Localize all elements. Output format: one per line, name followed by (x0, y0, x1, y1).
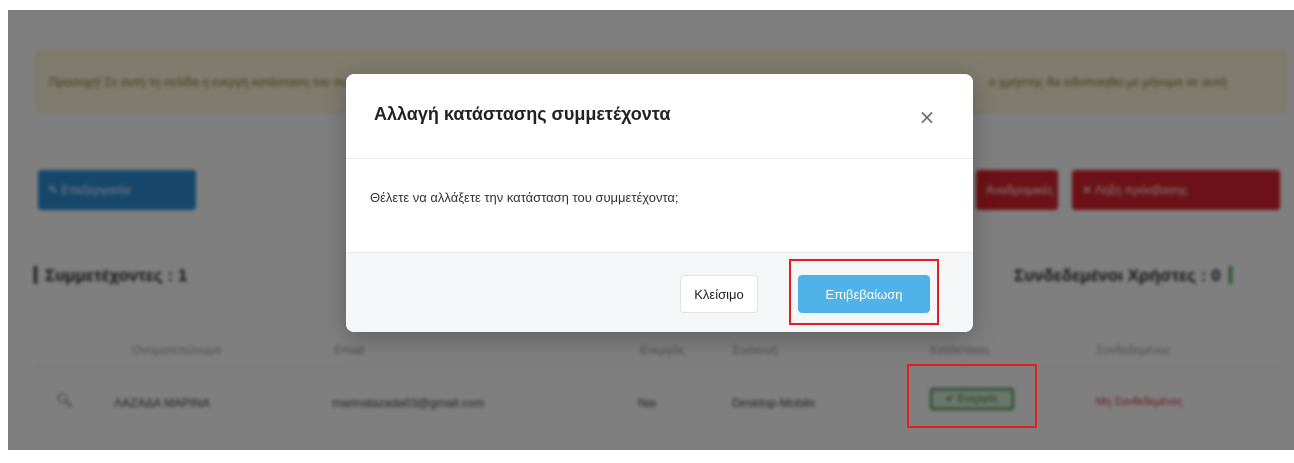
modal-body: Θέλετε να αλλάξετε την κατάσταση του συμ… (346, 159, 973, 251)
change-status-modal: Αλλαγή κατάστασης συμμετέχοντα × Θέλετε … (346, 74, 973, 332)
modal-footer: Κλείσιμο Επιβεβαίωση (346, 252, 973, 332)
modal-title: Αλλαγή κατάστασης συμμετέχοντα (374, 104, 671, 124)
confirm-button[interactable]: Επιβεβαίωση (798, 275, 930, 313)
modal-message: Θέλετε να αλλάξετε την κατάσταση του συμ… (370, 190, 679, 205)
close-button[interactable]: Κλείσιμο (680, 275, 758, 313)
close-icon[interactable]: × (912, 102, 942, 132)
modal-header: Αλλαγή κατάστασης συμμετέχοντα × (346, 74, 973, 159)
